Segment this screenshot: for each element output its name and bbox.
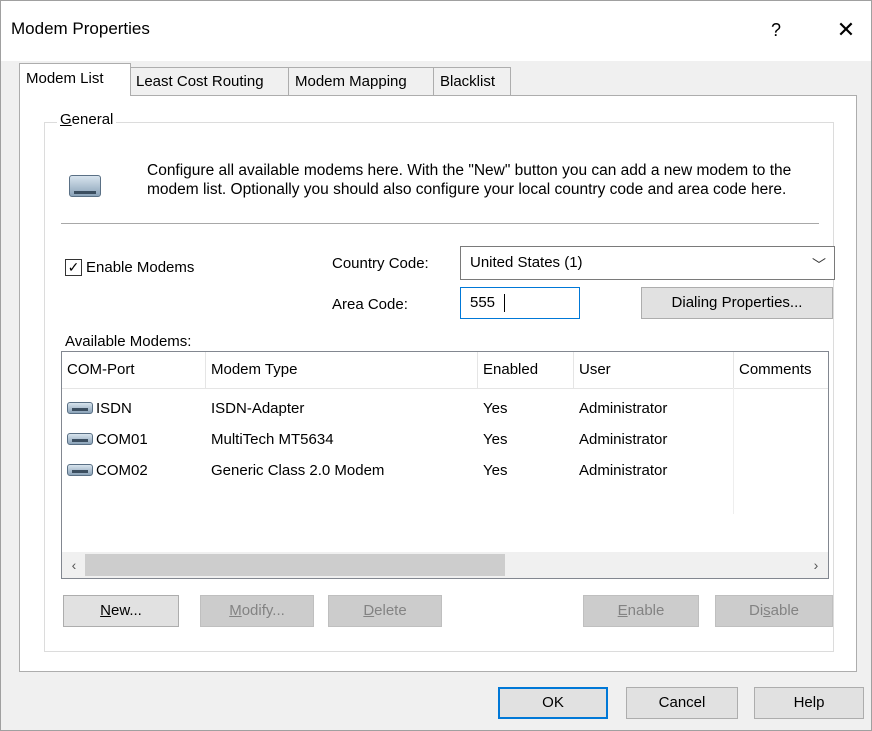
general-description: Configure all available modems here. Wit…	[147, 162, 792, 198]
column-divider	[733, 388, 734, 514]
scroll-right-icon[interactable]: ›	[805, 554, 827, 576]
modem-properties-dialog: Modem Properties ? ✕ Modem List Least Co…	[0, 0, 872, 731]
help-icon[interactable]: ?	[753, 13, 799, 47]
cell-com-port: ISDN	[62, 393, 206, 424]
general-group-label: General	[57, 111, 117, 128]
modem-icon	[67, 464, 93, 477]
separator	[61, 223, 819, 224]
cell-enabled: Yes	[483, 431, 508, 448]
cell-user: Administrator	[579, 462, 668, 479]
cell-com-port: COM02	[62, 455, 206, 486]
cell-user: Administrator	[579, 400, 668, 417]
cell-comments	[734, 393, 828, 424]
cell-enabled: Yes	[483, 462, 508, 479]
enable-button[interactable]: Enable	[583, 595, 699, 627]
cancel-button[interactable]: Cancel	[626, 687, 738, 719]
ok-button[interactable]: OK	[498, 687, 608, 719]
disable-button[interactable]: Disable	[715, 595, 833, 627]
chevron-down-icon[interactable]: ﹀	[812, 255, 826, 275]
country-code-label: Country Code:	[332, 255, 429, 272]
cell-modem-type: ISDN-Adapter	[211, 400, 305, 417]
available-modems-label: Available Modems:	[65, 333, 192, 350]
cell-enabled: Yes	[483, 400, 508, 417]
enable-modems-label[interactable]: Enable Modems	[86, 259, 194, 276]
window-title: Modem Properties	[11, 19, 150, 38]
country-code-select[interactable]: United States (1) ﹀	[460, 246, 835, 280]
table-row[interactable]: ISDN ISDN-Adapter Yes Administrator	[62, 393, 828, 424]
cell-modem-type: Generic Class 2.0 Modem	[211, 462, 385, 479]
new-button[interactable]: New...	[63, 595, 179, 627]
country-code-value: United States (1)	[470, 254, 583, 271]
column-header-user[interactable]: User	[574, 352, 734, 388]
modem-icon	[69, 175, 101, 197]
column-header-com-port[interactable]: COM-Port	[62, 352, 206, 388]
modems-list[interactable]: COM-Port Modem Type Enabled User Comment…	[61, 351, 829, 579]
list-header: COM-Port Modem Type Enabled User Comment…	[62, 352, 828, 389]
scroll-left-icon[interactable]: ‹	[63, 554, 85, 576]
help-button[interactable]: Help	[754, 687, 864, 719]
horizontal-scrollbar[interactable]: ‹ ›	[62, 552, 828, 578]
general-group: General Configure all available modems h…	[44, 111, 835, 652]
column-header-modem-type[interactable]: Modem Type	[206, 352, 478, 388]
close-icon[interactable]: ✕	[823, 13, 869, 47]
title-bar: Modem Properties ? ✕	[1, 1, 871, 61]
dialing-properties-button[interactable]: Dialing Properties...	[641, 287, 833, 319]
modem-icon	[67, 433, 93, 446]
modify-button[interactable]: Modify...	[200, 595, 314, 627]
area-code-label: Area Code:	[332, 296, 408, 313]
delete-button[interactable]: Delete	[328, 595, 442, 627]
area-code-value: 555	[470, 294, 496, 311]
cell-comments	[734, 455, 828, 486]
area-code-input[interactable]: 555	[460, 287, 580, 319]
modem-list-panel: General Configure all available modems h…	[19, 95, 857, 672]
column-header-enabled[interactable]: Enabled	[478, 352, 574, 388]
modem-icon	[67, 402, 93, 415]
column-header-comments[interactable]: Comments	[734, 352, 828, 388]
cell-com-port: COM01	[62, 424, 206, 455]
tab-blacklist[interactable]: Blacklist	[433, 67, 511, 95]
table-row[interactable]: COM02 Generic Class 2.0 Modem Yes Admini…	[62, 455, 828, 486]
cell-user: Administrator	[579, 431, 668, 448]
scrollbar-thumb[interactable]	[85, 554, 505, 576]
cell-modem-type: MultiTech MT5634	[211, 431, 334, 448]
cell-comments	[734, 424, 828, 455]
tab-modem-mapping[interactable]: Modem Mapping	[288, 67, 434, 95]
table-row[interactable]: COM01 MultiTech MT5634 Yes Administrator	[62, 424, 828, 455]
tab-least-cost-routing[interactable]: Least Cost Routing	[129, 67, 289, 95]
tab-modem-list[interactable]: Modem List	[19, 63, 131, 96]
text-caret	[504, 294, 505, 312]
checkbox-box[interactable]: ✓	[65, 259, 82, 276]
